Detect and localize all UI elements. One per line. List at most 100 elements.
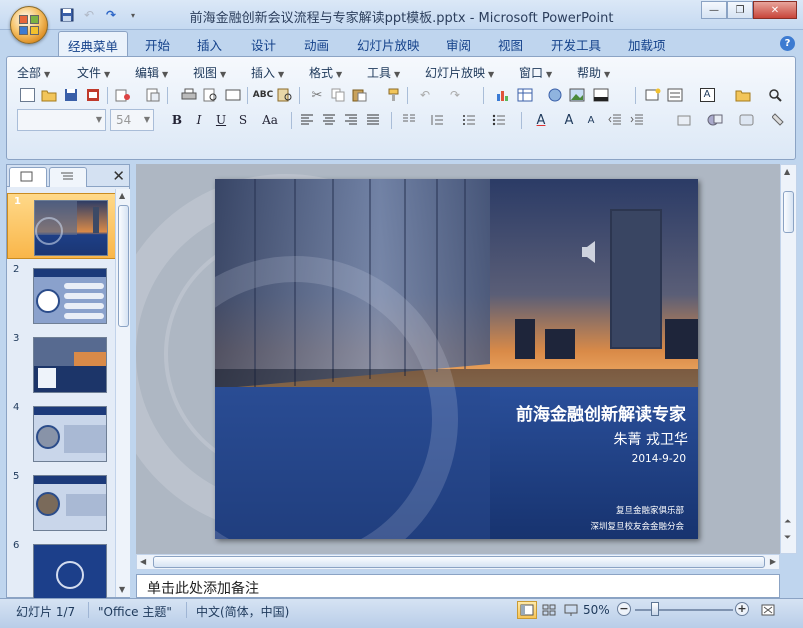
scroll-left-icon[interactable]: ◀ <box>140 557 146 566</box>
align-center-icon[interactable] <box>319 110 339 130</box>
arrange-icon[interactable] <box>705 110 725 130</box>
undo-toolbar-icon[interactable]: ↶ <box>415 85 435 105</box>
help-icon[interactable]: ? <box>780 36 795 51</box>
attach-icon[interactable] <box>143 85 163 105</box>
zoom-slider-track[interactable] <box>635 609 733 611</box>
align-left-icon[interactable] <box>297 110 317 130</box>
align-right-icon[interactable] <box>341 110 361 130</box>
slide-thumbnail-3[interactable]: 3 <box>7 331 117 397</box>
insert-clipart-icon[interactable] <box>545 85 565 105</box>
slide-title[interactable]: 前海金融创新解读专家 <box>516 400 686 425</box>
redo-toolbar-icon[interactable]: ↷ <box>445 85 465 105</box>
scroll-right-icon[interactable]: ▶ <box>770 557 776 566</box>
insert-table-icon[interactable] <box>515 85 535 105</box>
scroll-thumb[interactable] <box>118 205 129 327</box>
font-size-combo[interactable]: 54 ▼ <box>110 109 154 131</box>
change-case-button[interactable]: Aa <box>257 110 283 130</box>
zoom-out-icon[interactable]: − <box>617 602 631 616</box>
menu-tools[interactable]: 工具 ▼ <box>367 64 400 81</box>
tab-slides[interactable] <box>9 167 47 187</box>
cut-icon[interactable]: ✂ <box>307 85 327 105</box>
increase-indent-icon[interactable] <box>627 110 647 130</box>
restore-button[interactable]: ❐ <box>727 1 753 19</box>
editor-vertical-scrollbar[interactable]: ▲ ⏶ ⏷ <box>780 164 797 554</box>
slide-sorter-view-icon[interactable] <box>539 601 559 619</box>
notes-pane[interactable]: 单击此处添加备注 <box>136 574 780 598</box>
copy-icon[interactable] <box>329 85 349 105</box>
tab-view[interactable]: 视图 <box>498 35 523 54</box>
zoom-in-icon[interactable]: + <box>735 602 749 616</box>
tab-outline[interactable] <box>49 167 87 187</box>
menu-help[interactable]: 帮助 ▼ <box>577 64 610 81</box>
slide-thumbnail-1[interactable]: 1 <box>7 193 117 259</box>
theme-name[interactable]: "Office 主题" <box>98 603 172 620</box>
minimize-button[interactable]: — <box>701 1 727 19</box>
save-toolbar-icon[interactable] <box>61 85 81 105</box>
new-icon[interactable] <box>17 85 37 105</box>
layout-icon[interactable] <box>665 85 685 105</box>
slides-pane-scrollbar[interactable]: ▲ ▼ <box>115 189 130 597</box>
tab-insert[interactable]: 插入 <box>197 35 222 54</box>
menu-file[interactable]: 文件 ▼ <box>77 64 110 81</box>
menu-edit[interactable]: 编辑 ▼ <box>135 64 168 81</box>
normal-view-icon[interactable] <box>517 601 537 619</box>
menu-view[interactable]: 视图 ▼ <box>193 64 226 81</box>
previous-slide-icon[interactable]: ⏶ <box>784 517 791 527</box>
office-button[interactable] <box>10 6 48 44</box>
numbering-icon[interactable] <box>459 110 479 130</box>
tab-animation[interactable]: 动画 <box>304 35 329 54</box>
tab-design[interactable]: 设计 <box>251 35 276 54</box>
zoom-slider-knob[interactable] <box>651 602 659 616</box>
menu-format[interactable]: 格式 ▼ <box>309 64 342 81</box>
tab-home[interactable]: 开始 <box>145 35 170 54</box>
tab-classic-menu[interactable]: 经典菜单 <box>58 31 129 57</box>
slide-view-icon[interactable] <box>223 85 243 105</box>
language-indicator[interactable]: 中文(简体，中国) <box>196 603 289 620</box>
shrink-font-button[interactable]: A <box>581 110 601 130</box>
paste-icon[interactable] <box>351 85 371 105</box>
bullets-icon[interactable] <box>489 110 509 130</box>
underline-button[interactable]: U <box>211 110 231 130</box>
print-icon[interactable] <box>179 85 199 105</box>
strikethrough-button[interactable]: S <box>233 110 253 130</box>
slide-date[interactable]: 2014-9-20 <box>632 453 686 465</box>
close-button[interactable]: ✕ <box>753 1 797 19</box>
scroll-up-icon[interactable]: ▲ <box>784 167 790 176</box>
shape-fill-icon[interactable] <box>769 110 789 130</box>
scroll-thumb[interactable] <box>783 191 794 233</box>
font-name-combo[interactable]: ▼ <box>17 109 106 131</box>
zoom-level[interactable]: 50% <box>583 603 610 617</box>
menu-insert[interactable]: 插入 ▼ <box>251 64 284 81</box>
menu-window[interactable]: 窗口 ▼ <box>519 64 552 81</box>
slide-organization-1[interactable]: 复旦金融家俱乐部 <box>616 504 684 516</box>
current-slide[interactable]: 前海金融创新解读专家 朱菁 戎卫华 2014-9-20 复旦金融家俱乐部 深圳复… <box>215 179 698 539</box>
open-icon[interactable] <box>39 85 59 105</box>
slideshow-view-icon[interactable] <box>561 601 581 619</box>
scroll-down-icon[interactable]: ▼ <box>119 585 125 594</box>
new-slide-icon[interactable] <box>643 85 663 105</box>
slide-thumbnail-4[interactable]: 4 <box>7 400 117 466</box>
save-as-pdf-icon[interactable] <box>83 85 103 105</box>
spelling-icon[interactable]: ABC <box>253 85 273 105</box>
permission-icon[interactable] <box>113 85 133 105</box>
italic-button[interactable]: I <box>189 110 209 130</box>
text-box-icon[interactable]: A <box>697 85 717 105</box>
next-slide-icon[interactable]: ⏷ <box>784 533 791 543</box>
line-spacing-icon[interactable] <box>427 110 447 130</box>
slide-organization-2[interactable]: 深圳复旦校友会金融分会 <box>590 520 684 532</box>
slide-thumbnail-2[interactable]: 2 <box>7 262 117 328</box>
grow-font-button[interactable]: A <box>559 110 579 130</box>
tab-review[interactable]: 审阅 <box>446 35 471 54</box>
print-preview-icon[interactable] <box>201 85 221 105</box>
insert-chart-icon[interactable] <box>493 85 513 105</box>
color-scheme-icon[interactable] <box>591 85 611 105</box>
format-painter-icon[interactable] <box>383 85 403 105</box>
menu-slideshow[interactable]: 幻灯片放映 ▼ <box>425 64 494 81</box>
quick-styles-icon[interactable] <box>737 110 757 130</box>
font-color-button[interactable]: A <box>531 110 551 130</box>
fit-to-window-icon[interactable] <box>758 601 778 619</box>
bold-button[interactable]: B <box>167 110 187 130</box>
justify-icon[interactable] <box>363 110 383 130</box>
folder-icon[interactable] <box>733 85 753 105</box>
slide-presenters[interactable]: 朱菁 戎卫华 <box>614 429 688 449</box>
